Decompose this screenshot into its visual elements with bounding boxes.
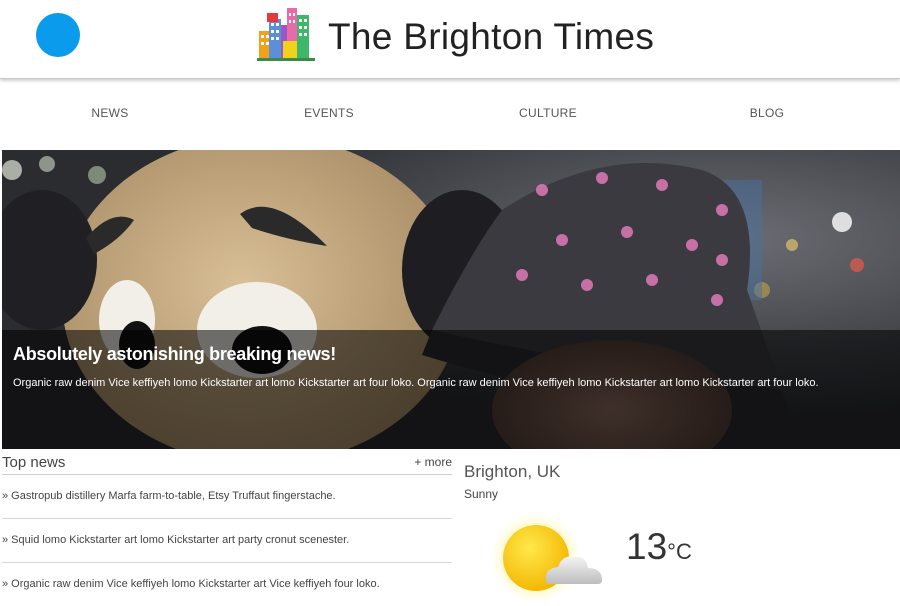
top-news-header: Top news + more (2, 450, 452, 475)
nav-item-events[interactable]: EVENTS (304, 106, 354, 120)
top-news-title: Top news (2, 454, 66, 471)
weather-temperature: 13°C (626, 526, 692, 568)
nav-item-blog[interactable]: BLOG (750, 106, 785, 120)
site-header: The Brighton Times (0, 0, 900, 79)
weather-condition: Sunny (464, 487, 499, 501)
nav-item-culture[interactable]: CULTURE (519, 106, 577, 120)
hero-banner[interactable]: Absolutely astonishing breaking news! Or… (2, 150, 900, 449)
menu-dot-icon[interactable] (36, 13, 80, 57)
news-item-text: » Gastropub distillery Marfa farm-to-tab… (2, 490, 336, 502)
news-item-text: » Organic raw denim Vice keffiyeh lomo K… (2, 578, 380, 590)
city-buildings-logo-icon[interactable] (257, 5, 315, 61)
hero-headline[interactable]: Absolutely astonishing breaking news! (13, 344, 336, 365)
hero-summary: Organic raw denim Vice keffiyeh lomo Kic… (13, 377, 819, 389)
more-news-link[interactable]: + more (414, 455, 452, 469)
temperature-value: 13 (626, 526, 668, 567)
temperature-unit: °C (667, 539, 692, 564)
weather-city: Brighton, UK (464, 462, 561, 481)
nav-item-news[interactable]: NEWS (91, 106, 128, 120)
news-item-text: » Squid lomo Kickstarter art lomo Kickst… (2, 534, 350, 546)
news-list-item[interactable]: » Gastropub distillery Marfa farm-to-tab… (2, 475, 452, 519)
weather-widget: Brighton, UK Sunny 13°C (464, 460, 894, 602)
site-title[interactable]: The Brighton Times (328, 16, 654, 58)
hero-caption: Absolutely astonishing breaking news! Or… (2, 330, 900, 449)
sun-cloud-icon (490, 512, 602, 602)
news-list-item[interactable]: » Squid lomo Kickstarter art lomo Kickst… (2, 519, 452, 563)
top-news-section: Top news + more » Gastropub distillery M… (2, 450, 452, 606)
main-nav: NEWS EVENTS CULTURE BLOG (0, 79, 900, 149)
